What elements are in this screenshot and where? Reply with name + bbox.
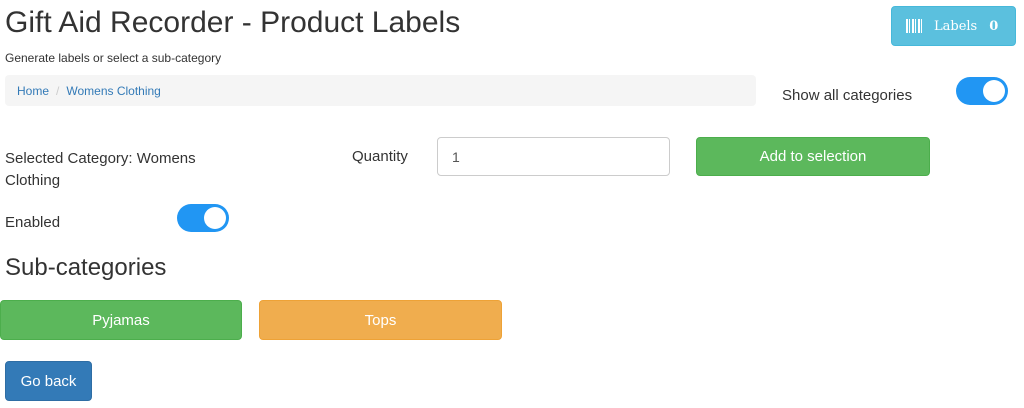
barcode-icon <box>906 19 922 33</box>
toggle-knob <box>204 207 226 229</box>
subcategory-button-pyjamas[interactable]: Pyjamas <box>0 300 242 340</box>
enabled-toggle[interactable] <box>177 204 229 232</box>
labels-button[interactable]: Labels 0 <box>891 6 1016 46</box>
breadcrumb-item-home[interactable]: Home <box>17 84 49 98</box>
page-title: Gift Aid Recorder - Product Labels <box>5 6 461 39</box>
quantity-label: Quantity <box>352 148 408 165</box>
subcategory-button-tops[interactable]: Tops <box>259 300 502 340</box>
selected-category-text: Selected Category: Womens Clothing <box>5 150 196 189</box>
quantity-input[interactable] <box>437 137 670 176</box>
toggle-knob <box>983 80 1005 102</box>
labels-button-label: Labels <box>934 18 978 34</box>
page-subtitle: Generate labels or select a sub-category <box>5 51 222 65</box>
enabled-label: Enabled <box>5 214 61 231</box>
go-back-button[interactable]: Go back <box>5 361 92 401</box>
subcategories-heading: Sub-categories <box>5 254 167 281</box>
breadcrumb-item-womens-clothing[interactable]: Womens Clothing <box>66 84 161 98</box>
breadcrumb-separator: / <box>56 83 60 98</box>
show-all-categories-label: Show all categories <box>782 87 913 104</box>
breadcrumb: Home / Womens Clothing <box>5 75 756 106</box>
show-all-categories-toggle[interactable] <box>956 77 1008 105</box>
labels-count-badge: 0 <box>989 18 999 34</box>
add-to-selection-button[interactable]: Add to selection <box>696 137 930 176</box>
